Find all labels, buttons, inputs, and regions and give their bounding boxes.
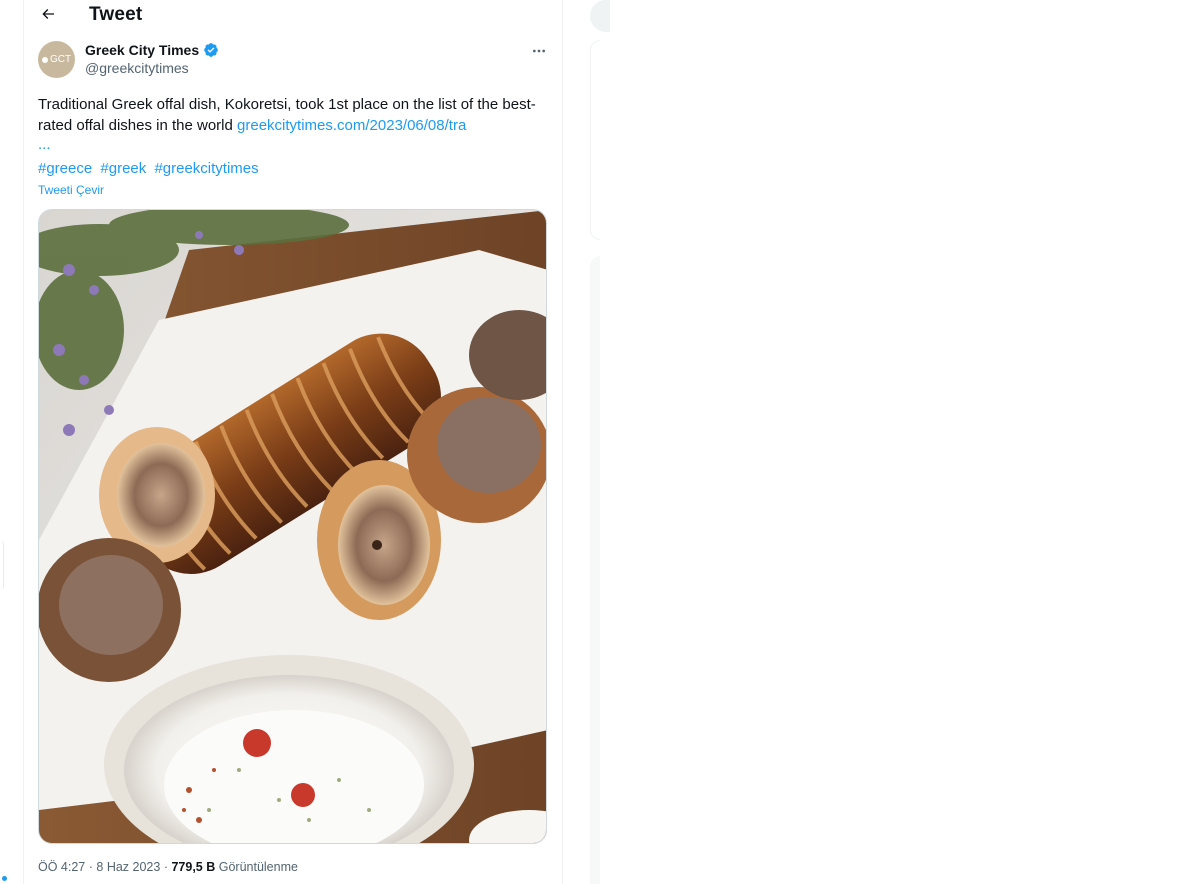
sidebar-card-edge bbox=[590, 40, 600, 240]
page-title: Tweet bbox=[89, 4, 143, 25]
search-box-edge[interactable] bbox=[590, 0, 610, 32]
views-label: Görüntülenme bbox=[218, 860, 298, 874]
tweet-photo[interactable] bbox=[38, 209, 547, 844]
translate-tweet-link[interactable]: Tweeti Çevir bbox=[38, 183, 104, 197]
page-header: Tweet bbox=[24, 0, 562, 30]
avatar-dot bbox=[41, 56, 48, 63]
verified-badge-icon bbox=[204, 43, 218, 57]
column-border-left bbox=[23, 0, 24, 884]
views-count: 779,5 B bbox=[171, 860, 216, 874]
hashtag-greece[interactable]: #greece bbox=[38, 160, 92, 177]
tweet-text: Traditional Greek offal dish, Kokoretsi,… bbox=[38, 94, 550, 136]
kokoretsi-image bbox=[39, 210, 546, 843]
avatar-text: GCT bbox=[49, 54, 72, 65]
tweet-link[interactable]: greekcitytimes.com/2023/06/08/tra bbox=[237, 117, 466, 134]
more-button[interactable] bbox=[528, 42, 550, 60]
tweet-time[interactable]: ÖÖ 4:27 bbox=[38, 860, 85, 874]
link-ellipsis[interactable]: ... bbox=[38, 137, 51, 152]
tweet-text-line1: Traditional Greek offal dish, Kokoretsi,… bbox=[38, 96, 499, 113]
hashtags: #greece #greek #greekcitytimes bbox=[38, 158, 263, 179]
notification-dot bbox=[2, 876, 7, 881]
author-name-row[interactable]: Greek City Times bbox=[85, 42, 219, 58]
meta-separator-2: · bbox=[163, 860, 168, 874]
meta-separator-1: · bbox=[88, 860, 93, 874]
sidebar-panel-edge bbox=[590, 256, 600, 884]
back-button[interactable] bbox=[36, 2, 60, 26]
column-border-right bbox=[562, 0, 563, 884]
author-name[interactable]: Greek City Times bbox=[85, 42, 199, 58]
tweet-meta: ÖÖ 4:27 · 8 Haz 2023 · 779,5 B Görüntüle… bbox=[38, 860, 298, 874]
hashtag-greekcitytimes[interactable]: #greekcitytimes bbox=[154, 160, 258, 177]
more-horizontal-icon bbox=[533, 49, 545, 53]
author-handle[interactable]: @greekcitytimes bbox=[85, 60, 189, 76]
tweet-page: Tweet GCT Greek City Times @greekcitytim… bbox=[0, 0, 1200, 884]
hashtag-greek[interactable]: #greek bbox=[100, 160, 146, 177]
arrow-left-icon bbox=[42, 9, 54, 19]
left-edge-decoration bbox=[0, 540, 4, 590]
tweet-date[interactable]: 8 Haz 2023 bbox=[96, 860, 160, 874]
avatar[interactable]: GCT bbox=[38, 41, 75, 78]
